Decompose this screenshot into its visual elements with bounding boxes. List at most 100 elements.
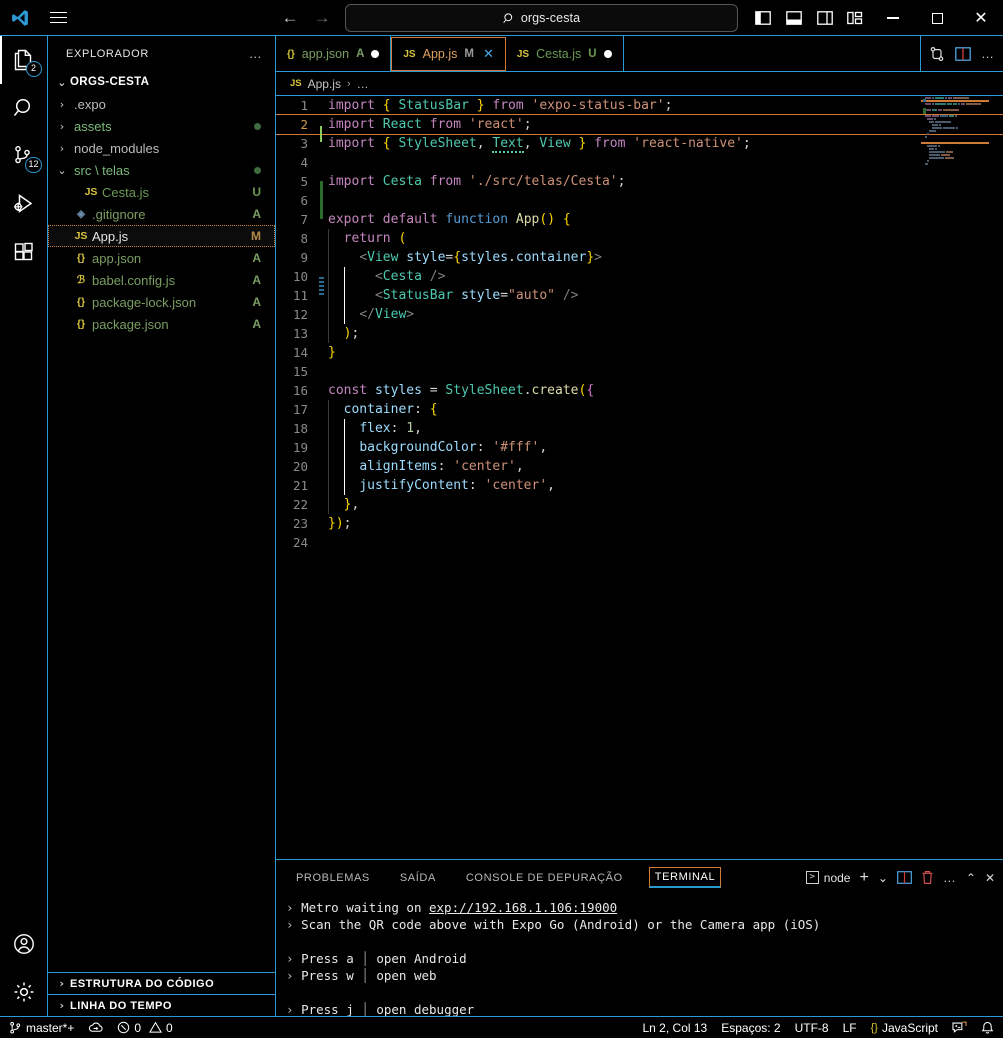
code-line[interactable]: 21 justifyContent: 'center', (276, 476, 1003, 495)
breadcrumb-symbol[interactable]: … (357, 77, 369, 91)
trash-icon[interactable] (921, 870, 934, 885)
code-line[interactable]: 7 export default function App() { (276, 210, 1003, 229)
tab-app-json[interactable]: {} app.json A (276, 36, 392, 72)
close-icon[interactable]: ✕ (483, 47, 494, 62)
code-line[interactable]: 9 <View style={styles.container}> (276, 248, 1003, 267)
code-line[interactable]: 20 alignItems: 'center', (276, 457, 1003, 476)
tab-app-js[interactable]: JS App.js M ✕ (391, 37, 506, 71)
status-eol[interactable]: LF (836, 1017, 864, 1038)
outline-section[interactable]: › ESTRUTURA DO CÓDIGO (48, 972, 275, 994)
tree-item[interactable]: {} package.json A (48, 313, 275, 335)
code-line[interactable]: 16 const styles = StyleSheet.create({ (276, 381, 1003, 400)
split-editor-right-icon[interactable] (955, 46, 971, 61)
close-panel-icon[interactable]: ✕ (985, 871, 995, 885)
terminal-dropdown-icon[interactable]: ⌄ (878, 872, 888, 884)
code-line[interactable]: 18 flex: 1, (276, 419, 1003, 438)
tree-item[interactable]: ◈ .gitignore A (48, 203, 275, 225)
toggle-primary-sidebar-icon[interactable] (747, 0, 778, 36)
timeline-section[interactable]: › LINHA DO TEMPO (48, 994, 275, 1016)
new-terminal-icon[interactable]: + (859, 869, 868, 886)
tree-item[interactable]: {} app.json A (48, 247, 275, 269)
editor-minimap[interactable] (921, 96, 989, 859)
code-line[interactable]: 4 (276, 153, 1003, 172)
code-line[interactable]: 8 return ( (276, 229, 1003, 248)
tree-item[interactable]: JS Cesta.js U (48, 181, 275, 203)
code-line[interactable]: 17 container: { (276, 400, 1003, 419)
arrow-left-icon[interactable]: ← (281, 9, 299, 26)
minimap-line (921, 165, 989, 168)
terminal-selector-label: node (823, 870, 851, 885)
code-line-text: import { StatusBar } from 'expo-status-b… (328, 98, 673, 113)
sidebar-item-run-debug[interactable] (0, 180, 48, 228)
hamburger-menu-icon[interactable] (40, 0, 76, 36)
code-line[interactable]: 2 import React from 'react'; (276, 114, 1003, 142)
tree-item[interactable]: › node_modules (48, 137, 275, 159)
code-line[interactable]: 11 <StatusBar style="auto" /> (276, 286, 1003, 305)
tree-item[interactable]: ℬbabel.config.js A (48, 269, 275, 291)
terminal-output[interactable]: › Metro waiting on exp://192.168.1.106:1… (276, 895, 1003, 1016)
overview-ruler[interactable] (989, 96, 1003, 859)
panel-tab-problems[interactable]: PROBLEMAS (292, 869, 374, 887)
toggle-secondary-sidebar-icon[interactable] (809, 0, 840, 36)
status-indentation[interactable]: Espaços: 2 (714, 1017, 787, 1038)
close-button[interactable]: ✕ (959, 0, 1003, 36)
terminal-link[interactable]: exp://192.168.1.106:19000 (429, 900, 617, 915)
code-line[interactable]: 19 backgroundColor: '#fff', (276, 438, 1003, 457)
code-line[interactable]: 23}); (276, 514, 1003, 533)
tree-item[interactable]: JS App.js M (48, 225, 275, 247)
code-line[interactable]: 13 ); (276, 324, 1003, 343)
code-line[interactable]: 15 (276, 362, 1003, 381)
code-line[interactable]: 1 import { StatusBar } from 'expo-status-… (276, 96, 1003, 115)
code-editor[interactable]: 1 import { StatusBar } from 'expo-status-… (276, 96, 1003, 859)
code-line[interactable]: 5 import Cesta from './src/telas/Cesta'; (276, 172, 1003, 200)
code-line[interactable]: 14} (276, 343, 1003, 362)
indent-guide (328, 267, 329, 286)
status-encoding[interactable]: UTF-8 (788, 1017, 836, 1038)
status-feedback[interactable] (945, 1017, 974, 1038)
code-line[interactable]: 6 (276, 191, 1003, 219)
status-cursor-position[interactable]: Ln 2, Col 13 (636, 1017, 715, 1038)
compare-changes-icon[interactable] (929, 46, 945, 62)
status-sync[interactable] (81, 1017, 110, 1038)
status-language[interactable]: {} JavaScript (864, 1017, 945, 1038)
panel-tab-terminal[interactable]: TERMINAL (648, 867, 722, 888)
toggle-panel-icon[interactable] (778, 0, 809, 36)
sidebar-item-source-control[interactable]: 12 (0, 132, 48, 180)
tree-item[interactable]: {} package-lock.json A (48, 291, 275, 313)
tree-root-folder[interactable]: ⌄ ORGS-CESTA (48, 71, 275, 93)
maximize-button[interactable] (915, 0, 959, 36)
code-line[interactable]: 10 <Cesta /> (276, 267, 1003, 296)
code-line[interactable]: 24 (276, 533, 1003, 552)
status-notifications[interactable] (974, 1017, 1001, 1038)
code-line[interactable]: 22 }, (276, 495, 1003, 514)
sidebar-more-actions-icon[interactable]: … (249, 46, 263, 61)
sidebar-item-explorer[interactable]: 2 (0, 36, 48, 84)
manage-settings-button[interactable] (0, 968, 48, 1016)
minimap-highlight-marker (921, 142, 989, 144)
tab-cesta-js[interactable]: JS Cesta.js U (506, 36, 624, 72)
minimize-button[interactable] (871, 0, 915, 36)
code-line[interactable]: 3 import { StyleSheet, Text, View } from … (276, 134, 1003, 153)
status-problems[interactable]: 0 0 (110, 1017, 179, 1038)
panel-tab-output[interactable]: SAÍDA (396, 869, 440, 887)
minimap-token (929, 153, 941, 156)
customize-layout-icon[interactable] (840, 0, 871, 36)
panel-more-actions-icon[interactable]: … (943, 870, 957, 885)
arrow-right-icon[interactable]: → (313, 9, 331, 26)
editor-more-actions-icon[interactable]: … (981, 46, 995, 61)
tree-item[interactable]: ⌄ src \ telas (48, 159, 275, 181)
code-line[interactable]: 12 </View> (276, 305, 1003, 324)
terminal-selector[interactable]: > node (805, 870, 851, 885)
tree-item[interactable]: › assets (48, 115, 275, 137)
breadcrumb-file[interactable]: App.js (308, 77, 341, 91)
status-branch[interactable]: master*+ (2, 1017, 81, 1038)
accounts-button[interactable] (0, 920, 48, 968)
split-terminal-icon[interactable] (896, 871, 912, 884)
code-line-text: return ( (343, 231, 407, 246)
panel-tab-debug-console[interactable]: CONSOLE DE DEPURAÇÃO (462, 869, 627, 887)
sidebar-item-search[interactable] (0, 84, 48, 132)
search-input[interactable]: orgs-cesta (345, 4, 738, 32)
sidebar-item-extensions[interactable] (0, 228, 48, 276)
maximize-panel-icon[interactable]: ⌃ (966, 871, 976, 885)
tree-item[interactable]: › .expo (48, 93, 275, 115)
